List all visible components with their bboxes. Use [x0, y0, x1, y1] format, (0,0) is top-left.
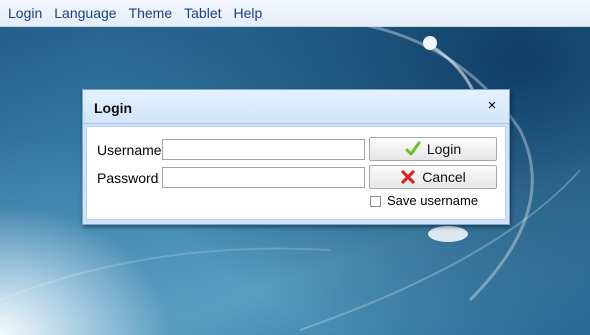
save-username-label[interactable]: Save username: [387, 193, 478, 208]
dialog-title-bar[interactable]: Login ×: [83, 90, 509, 124]
cancel-button[interactable]: Cancel: [369, 165, 497, 189]
cancel-button-label: Cancel: [422, 169, 466, 185]
username-label: Username: [97, 142, 162, 158]
red-x-icon: [400, 169, 416, 185]
login-button-label: Login: [426, 141, 462, 157]
login-dialog: Login × Username Password Login Cancel S…: [82, 89, 510, 225]
checkmark-icon: [405, 141, 421, 157]
password-label: Password: [97, 170, 159, 186]
close-icon[interactable]: ×: [484, 98, 500, 114]
password-field[interactable]: [162, 167, 365, 188]
dialog-title: Login: [94, 100, 133, 116]
menu-tablet[interactable]: Tablet: [178, 0, 227, 26]
menu-login[interactable]: Login: [2, 0, 48, 26]
login-button[interactable]: Login: [369, 137, 497, 161]
save-username-checkbox[interactable]: [370, 196, 381, 207]
username-field[interactable]: [162, 139, 365, 160]
menu-theme[interactable]: Theme: [123, 0, 179, 26]
menu-language[interactable]: Language: [48, 0, 122, 26]
dialog-body: Username Password Login Cancel Save user…: [86, 126, 506, 220]
menu-bar: Login Language Theme Tablet Help: [0, 0, 590, 27]
menu-help[interactable]: Help: [228, 0, 269, 26]
